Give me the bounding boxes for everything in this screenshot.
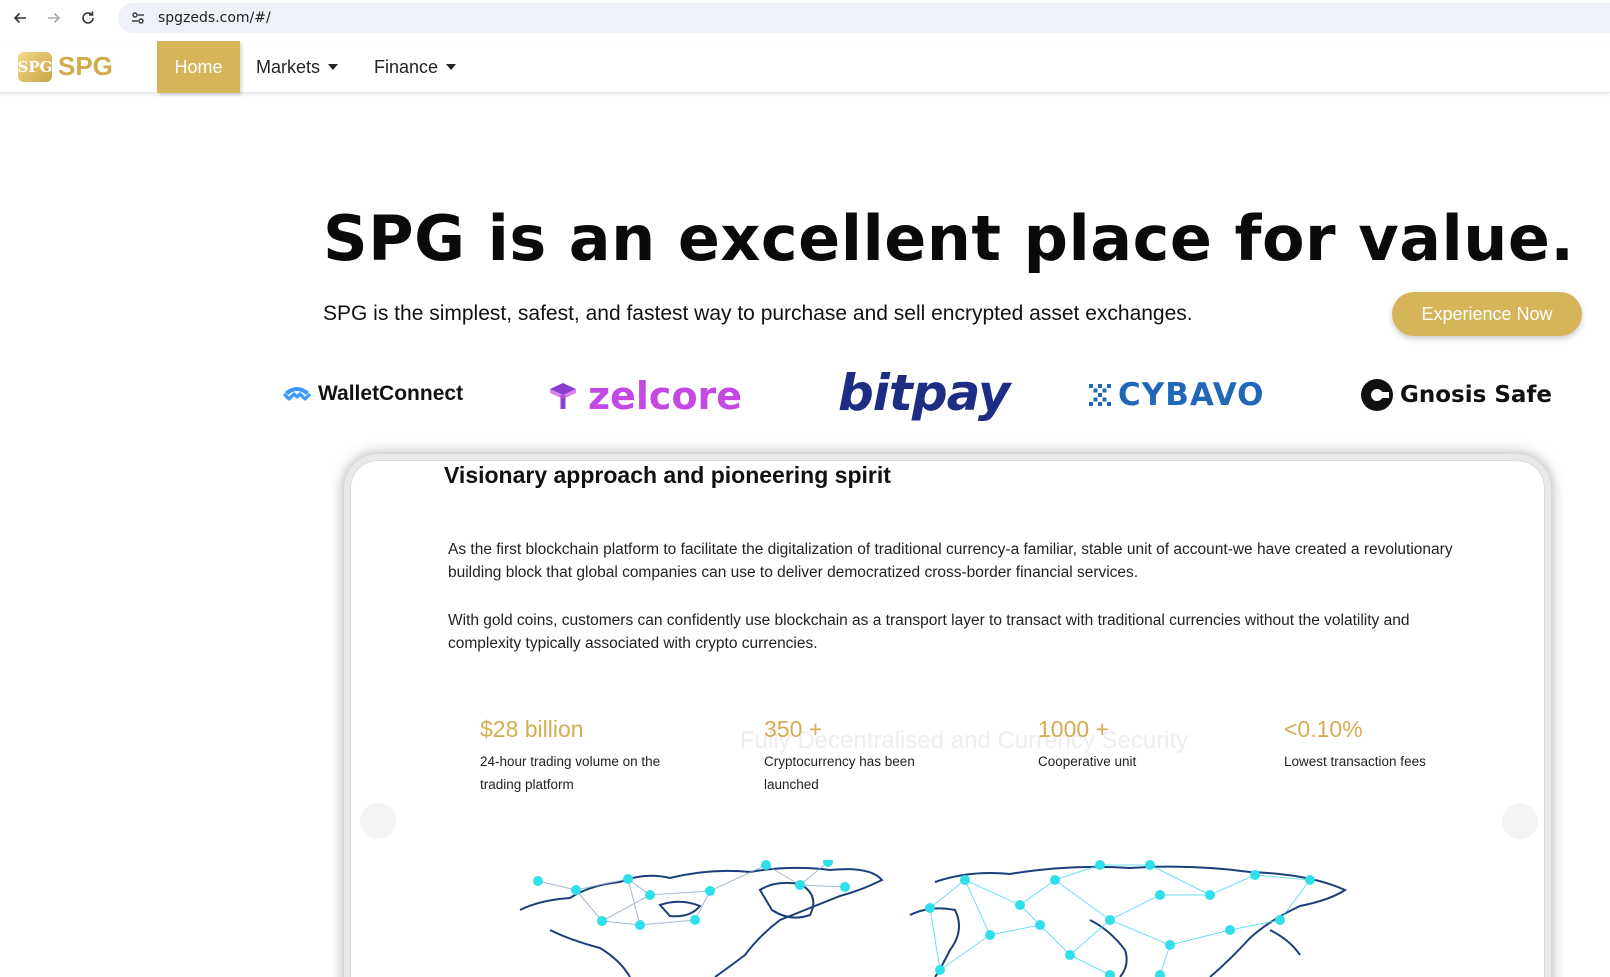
stat-label-cooperative: Cooperative unit xyxy=(1038,754,1137,769)
stat-value-cooperative: 1000 + xyxy=(1038,716,1109,742)
address-bar[interactable]: spgzeds.com/#/ xyxy=(118,3,1610,33)
gnosis-safe-logo: Gnosis Safe xyxy=(1360,378,1552,412)
logo-mark: SPG xyxy=(18,51,52,82)
nav-finance-label: Finance xyxy=(374,56,439,77)
walletconnect-logo: WalletConnect xyxy=(282,382,463,406)
nav-markets-label: Markets xyxy=(256,56,321,77)
hero-subtitle: SPG is the simplest, safest, and fastest… xyxy=(323,302,1193,325)
reload-icon xyxy=(82,11,94,24)
card-paragraph-2: With gold coins, customers can confident… xyxy=(448,612,1410,652)
card-title: Visionary approach and pioneering spirit xyxy=(444,462,891,488)
gnosis-safe-icon xyxy=(1361,379,1393,411)
stat-label-cryptocurrency: Cryptocurrency has been launched xyxy=(764,754,915,792)
site-settings-icon[interactable] xyxy=(128,8,148,28)
browser-toolbar: spgzeds.com/#/ xyxy=(0,0,1610,36)
caret-down-icon xyxy=(328,64,339,70)
gnosis-safe-text: Gnosis Safe xyxy=(1400,382,1553,408)
nav-finance[interactable]: Finance xyxy=(374,41,457,93)
logo-text: SPG xyxy=(58,51,113,81)
back-button[interactable] xyxy=(6,4,34,32)
reload-button[interactable] xyxy=(74,4,102,32)
nav-markets[interactable]: Markets xyxy=(256,41,339,93)
cybavo-text: CYBAVO xyxy=(1118,377,1265,413)
walletconnect-text: WalletConnect xyxy=(318,382,464,405)
url-text: spgzeds.com/#/ xyxy=(158,10,271,26)
experience-now-button[interactable]: Experience Now xyxy=(1392,292,1582,336)
stat-value-cryptocurrency: 350 + xyxy=(764,716,823,742)
stat-label-fees: Lowest transaction fees xyxy=(1284,754,1426,769)
walletconnect-icon xyxy=(282,387,312,401)
bitpay-text: bitpay xyxy=(838,364,1010,422)
bitpay-logo: bitpay xyxy=(838,364,1010,422)
arrow-left-icon xyxy=(13,12,26,24)
world-network-map xyxy=(519,860,1348,977)
cybavo-logo: CYBAVO xyxy=(1088,377,1265,413)
forward-button[interactable] xyxy=(40,4,68,32)
carousel-next-button[interactable] xyxy=(1502,803,1538,839)
hero-title: SPG is an excellent place for value. xyxy=(323,202,1575,275)
stat-value-volume: $28 billion xyxy=(480,716,584,742)
stat-value-fees: <0.10% xyxy=(1284,716,1363,742)
carousel-prev-button[interactable] xyxy=(360,803,396,839)
zelcore-logo: zelcore xyxy=(546,374,742,418)
logo[interactable]: SPG SPG xyxy=(18,51,113,82)
stat-label-volume: 24-hour trading volume on the trading pl… xyxy=(480,754,661,792)
cybavo-icon xyxy=(1089,384,1111,406)
arrow-right-icon xyxy=(48,12,61,24)
nav-home[interactable]: Home xyxy=(157,41,240,93)
zelcore-text: zelcore xyxy=(588,374,743,418)
caret-down-icon xyxy=(446,64,457,70)
site-header: SPG SPG Home Markets Finance xyxy=(0,41,1610,93)
zelcore-icon xyxy=(550,383,576,409)
card-paragraph-1: As the first blockchain platform to faci… xyxy=(448,541,1453,581)
